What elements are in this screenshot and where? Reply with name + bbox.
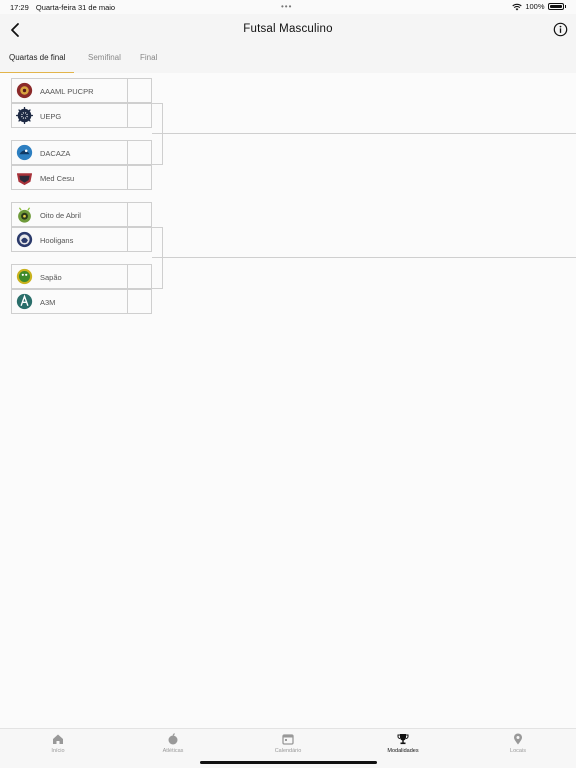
team-row-sapao[interactable]: Sapão xyxy=(11,264,152,289)
team-row-uepg[interactable]: UEPG xyxy=(11,103,152,128)
score-box xyxy=(127,103,151,128)
team-name: Med Cesu xyxy=(40,174,75,183)
page-title: Futsal Masculino xyxy=(243,23,333,35)
trophy-icon xyxy=(397,734,409,745)
team-row-oito-de-abril[interactable]: Oito de Abril xyxy=(11,202,152,227)
battery-tip xyxy=(564,5,566,8)
score-box xyxy=(127,202,151,227)
bottom-tab-locais[interactable]: Locais xyxy=(488,733,548,754)
team-logo-hooligans xyxy=(16,231,33,248)
battery-icon xyxy=(547,3,564,10)
score-box xyxy=(127,78,151,103)
home-icon xyxy=(53,734,63,744)
team-logo-a3m xyxy=(16,293,33,310)
bottom-tab-label: Atléticas xyxy=(162,748,184,754)
battery-percent: 100% xyxy=(525,2,545,11)
team-row-a3m[interactable]: A3M xyxy=(11,289,152,314)
tab-quartas-de-final[interactable]: Quartas de final xyxy=(0,53,76,73)
multitask-dots[interactable]: ••• xyxy=(281,2,292,11)
home-indicator[interactable] xyxy=(200,761,377,764)
team-name: AAAML PUCPR xyxy=(40,87,94,96)
team-logo-dacaza xyxy=(16,144,33,161)
bracket-line-semifinal-1 xyxy=(152,133,576,134)
bottom-tab-modalidades[interactable]: Modalidades xyxy=(373,733,433,754)
bomb-icon xyxy=(168,733,178,745)
calendar-icon xyxy=(282,734,294,745)
bracket-area: AAAML PUCPR UEPG DACAZA Med Cesu Oito de… xyxy=(0,73,576,728)
team-name: A3M xyxy=(40,298,56,307)
info-icon[interactable] xyxy=(553,22,568,37)
bottom-tab-calendario[interactable]: Calendário xyxy=(258,733,318,754)
team-name: Oito de Abril xyxy=(40,211,81,220)
bracket-connector xyxy=(152,227,163,289)
navigation-bar: Futsal Masculino xyxy=(0,14,576,48)
bottom-tab-bar: Início Atléticas Calendário Modalidades … xyxy=(0,728,576,768)
team-name: DACAZA xyxy=(40,149,71,158)
wifi-icon xyxy=(512,3,522,10)
team-name: Sapão xyxy=(40,273,62,282)
team-name: Hooligans xyxy=(40,236,74,245)
team-row-aaaml-pucpr[interactable]: AAAML PUCPR xyxy=(11,78,152,103)
bracket-connector xyxy=(152,103,163,165)
bottom-tab-label: Calendário xyxy=(274,748,302,754)
status-date: Quarta-feira 31 de maio xyxy=(35,3,116,12)
tab-final[interactable]: Final xyxy=(140,53,157,73)
score-box xyxy=(127,140,151,165)
bracket-line-semifinal-2 xyxy=(152,257,576,258)
status-bar: 17:29 Quarta-feira 31 de maio ••• 100% xyxy=(0,0,576,14)
status-time: 17:29 xyxy=(10,3,29,12)
team-logo-sapao xyxy=(16,268,33,285)
team-logo-oito-de-abril xyxy=(18,207,31,223)
tab-semifinal[interactable]: Semifinal xyxy=(88,53,121,73)
team-row-dacaza[interactable]: DACAZA xyxy=(11,140,152,165)
team-logo-med-cesu xyxy=(16,173,33,186)
bottom-tab-label: Locais xyxy=(510,748,526,754)
team-row-hooligans[interactable]: Hooligans xyxy=(11,227,152,252)
status-right: 100% xyxy=(512,2,566,11)
team-name: UEPG xyxy=(40,112,62,121)
score-box xyxy=(127,264,151,289)
status-left: 17:29 Quarta-feira 31 de maio xyxy=(10,3,120,12)
score-box xyxy=(127,227,151,252)
team-logo-uepg xyxy=(16,107,33,124)
bottom-tab-atleticas[interactable]: Atléticas xyxy=(143,733,203,754)
score-box xyxy=(127,289,151,314)
bottom-tab-label: Modalidades xyxy=(387,748,419,754)
team-logo-aaaml-pucpr xyxy=(16,82,33,99)
bottom-tab-inicio[interactable]: Início xyxy=(28,733,88,754)
phase-tabs: Quartas de final Semifinal Final xyxy=(0,48,576,73)
team-row-med-cesu[interactable]: Med Cesu xyxy=(11,165,152,190)
location-pin-icon xyxy=(514,733,522,745)
score-box xyxy=(127,165,151,190)
bottom-tab-label: Início xyxy=(51,748,65,754)
